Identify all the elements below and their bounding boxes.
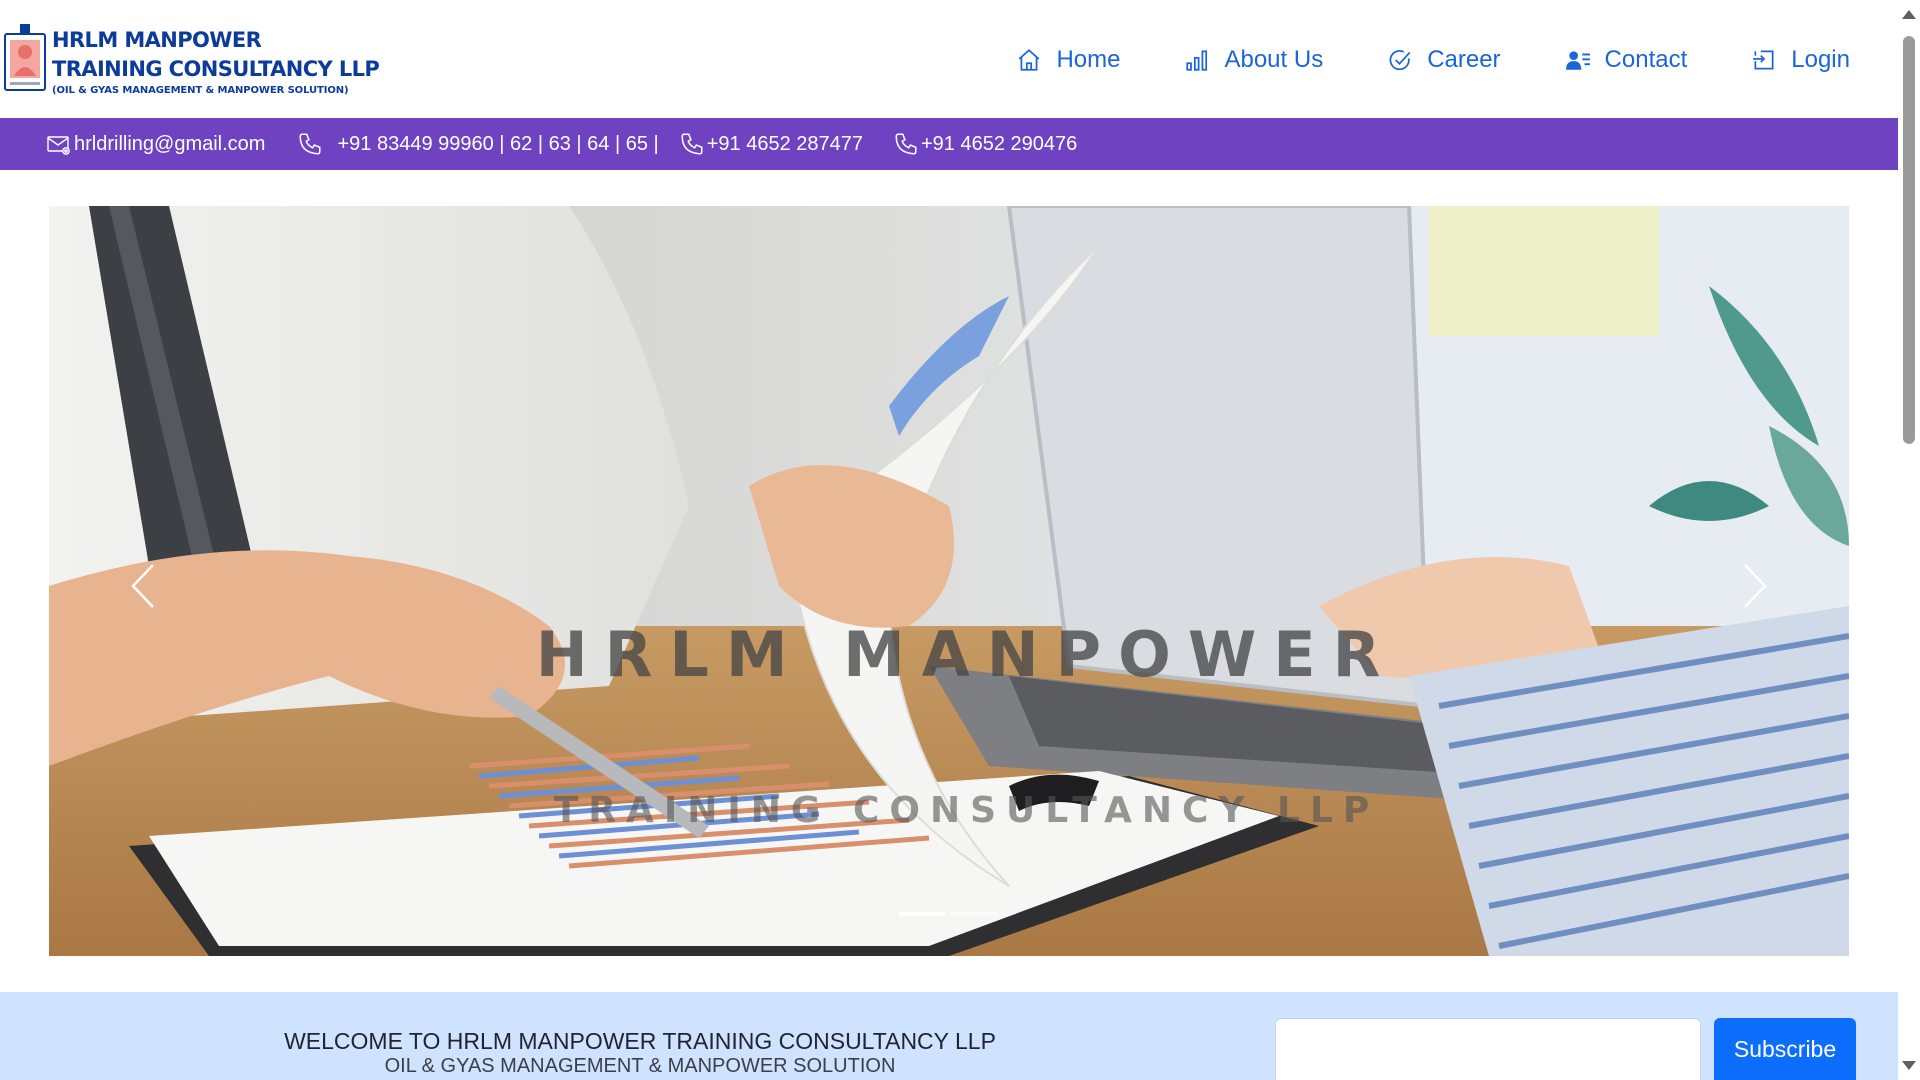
nav-about-us-label: About Us <box>1224 46 1324 73</box>
contact-phone-landline-2-text: +91 4652 290476 <box>921 132 1078 155</box>
hero-carousel: HRLM MANPOWER TRAINING CONSULTANCY LLP <box>49 206 1849 956</box>
brand-name-line2: TRAINING CONSULTANCY LLP <box>52 57 380 81</box>
nav-contact-label: Contact <box>1604 46 1688 73</box>
contact-phone-landline-1[interactable]: +91 4652 287477 <box>679 131 863 157</box>
brand-name-line1: HRLM MANPOWER <box>52 28 262 52</box>
contact-phone-landline-1-text: +91 4652 287477 <box>706 132 863 155</box>
nav-about-us[interactable]: About Us <box>1184 46 1323 74</box>
nav-home-label: Home <box>1056 46 1121 73</box>
scroll-down-arrow-icon[interactable] <box>1902 1061 1916 1070</box>
welcome-title: WELCOME TO HRLM MANPOWER TRAINING CONSUL… <box>284 1028 996 1054</box>
contact-bar: hrldrilling@gmail.com +91 83449 99960 | … <box>0 118 1898 170</box>
carousel-indicators <box>899 912 1003 916</box>
scrollbar-thumb[interactable] <box>1903 36 1915 444</box>
brand-logo[interactable]: HRLM MANPOWER TRAINING CONSULTANCY LLP (… <box>2 24 380 98</box>
nav-home[interactable]: Home <box>1016 46 1120 74</box>
subscribe-email-input[interactable] <box>1275 1018 1701 1080</box>
chevron-left-icon <box>131 564 154 608</box>
nav-login-label: Login <box>1791 46 1850 73</box>
hero-title: HRLM MANPOWER <box>535 618 1398 691</box>
contact-phone-mobile-text: +91 83449 99960 | 62 | 63 | 64 | 65 | <box>337 132 659 155</box>
login-icon <box>1753 50 1774 70</box>
nav-career[interactable]: Career <box>1387 46 1501 74</box>
carousel-indicator-2[interactable] <box>951 912 997 916</box>
chevron-right-icon <box>1744 564 1767 608</box>
nav-login[interactable]: Login <box>1751 46 1850 74</box>
check-circle-icon <box>1389 50 1411 71</box>
welcome-subtitle: OIL & GYAS MANAGEMENT & MANPOWER SOLUTIO… <box>384 1055 896 1077</box>
phone-icon <box>895 133 917 155</box>
bar-chart-icon <box>1186 50 1208 71</box>
user-list-icon <box>1565 51 1590 70</box>
hero-subtitle: TRAINING CONSULTANCY LLP <box>553 790 1380 831</box>
home-icon <box>1019 49 1040 71</box>
contact-email-text: hrldrilling@gmail.com <box>74 132 266 155</box>
main-nav: Home About Us Career Contact Login <box>1016 46 1850 74</box>
nav-career-label: Career <box>1427 46 1501 73</box>
hero-slide-image <box>49 206 1849 956</box>
page-scrollbar[interactable] <box>1898 0 1920 1080</box>
scroll-up-arrow-icon[interactable] <box>1902 10 1916 19</box>
carousel-prev-button[interactable] <box>117 551 167 621</box>
contact-phone-landline-2[interactable]: +91 4652 290476 <box>893 131 1077 157</box>
brand-tagline: (OIL & GYAS MANAGEMENT & MANPOWER SOLUTI… <box>52 85 349 96</box>
carousel-next-button[interactable] <box>1731 551 1781 621</box>
carousel-indicator-1[interactable] <box>899 912 945 916</box>
contact-phone-mobile[interactable]: +91 83449 99960 | 62 | 63 | 64 | 65 | <box>297 131 659 157</box>
phone-icon <box>299 133 321 155</box>
email-icon <box>47 136 70 155</box>
nav-contact[interactable]: Contact <box>1565 46 1688 74</box>
subscribe-button[interactable]: Subscribe <box>1714 1018 1856 1080</box>
contact-email[interactable]: hrldrilling@gmail.com <box>46 131 265 157</box>
phone-icon <box>681 133 703 155</box>
id-badge-icon <box>2 24 48 94</box>
site-header: HRLM MANPOWER TRAINING CONSULTANCY LLP (… <box>0 0 1898 118</box>
